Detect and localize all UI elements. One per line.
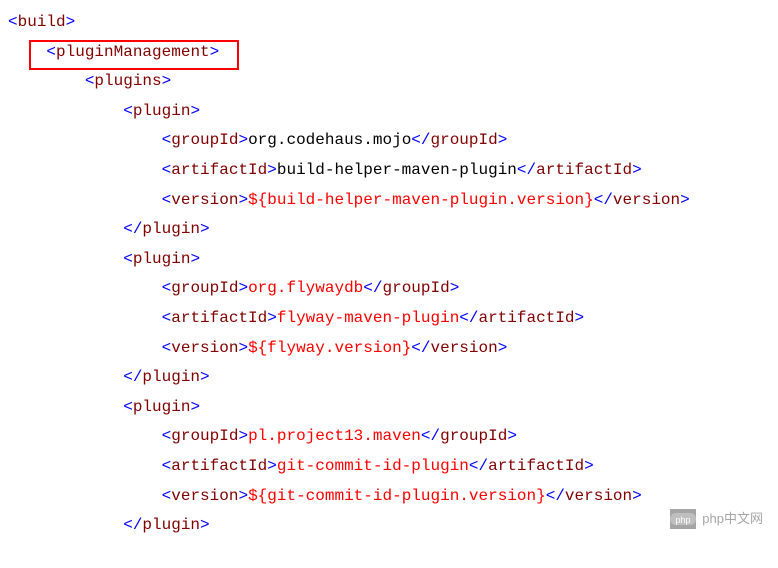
line-build-open: <build> (8, 8, 770, 38)
line-version: <version>${build-helper-maven-plugin.ver… (8, 186, 770, 216)
php-logo-icon: php (670, 509, 696, 529)
watermark: php php中文网 (670, 507, 763, 531)
line-plugin-close: </plugin> (8, 215, 770, 245)
line-groupid: <groupId>org.codehaus.mojo</groupId> (8, 126, 770, 156)
line-groupid: <groupId>pl.project13.maven</groupId> (8, 422, 770, 452)
line-plugin-close: </plugin> (8, 511, 770, 541)
line-artifactid: <artifactId>build-helper-maven-plugin</a… (8, 156, 770, 186)
line-plugin-open: <plugin> (8, 245, 770, 275)
watermark-text: php中文网 (702, 507, 763, 531)
line-version: <version>${flyway.version}</version> (8, 334, 770, 364)
line-plugin-open: <plugin> (8, 97, 770, 127)
xml-code-block: <build> <pluginManagement> <plugins> <pl… (8, 8, 770, 541)
line-pluginmanagement-open: <pluginManagement> (8, 38, 770, 68)
line-plugin-close: </plugin> (8, 363, 770, 393)
line-groupid: <groupId>org.flywaydb</groupId> (8, 274, 770, 304)
line-artifactid: <artifactId>git-commit-id-plugin</artifa… (8, 452, 770, 482)
svg-text:php: php (676, 515, 691, 525)
line-version: <version>${git-commit-id-plugin.version}… (8, 482, 770, 512)
line-plugins-open: <plugins> (8, 67, 770, 97)
line-plugin-open: <plugin> (8, 393, 770, 423)
line-artifactid: <artifactId>flyway-maven-plugin</artifac… (8, 304, 770, 334)
